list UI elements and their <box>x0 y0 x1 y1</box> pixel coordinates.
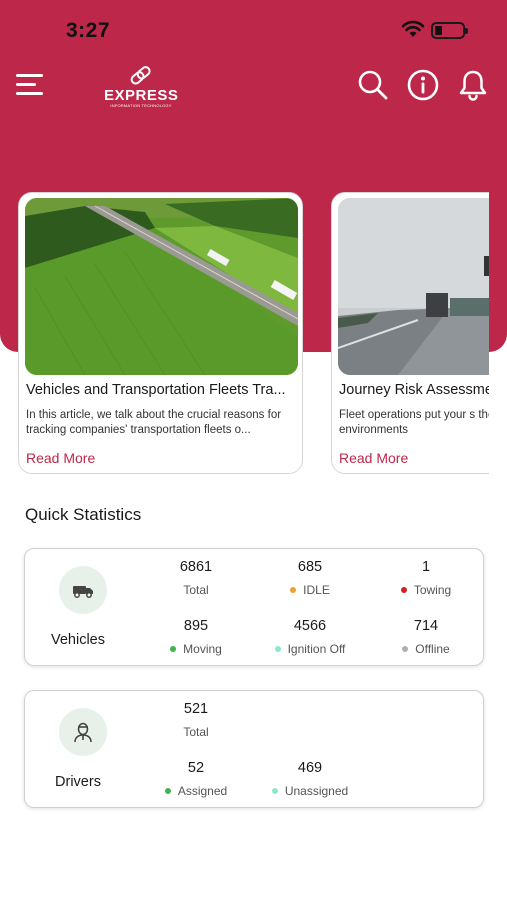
stat-caption: Moving <box>183 642 222 656</box>
vehicles-label: Vehicles <box>50 632 105 648</box>
article-card[interactable]: Journey Risk Assessme Fleet operations p… <box>331 192 489 474</box>
stat-unassigned: 469 Unassigned <box>245 760 375 798</box>
stat-value: 6861 <box>179 559 213 575</box>
logo-text: EXPRESS <box>104 87 179 104</box>
moving-status-dot <box>170 646 177 652</box>
stat-idle: 685 IDLE <box>245 559 375 597</box>
stat-caption: Unassigned <box>284 784 349 798</box>
ignition-off-status-dot <box>274 646 281 652</box>
articles-carousel[interactable]: Vehicles and Transportation Fleets Tra..… <box>18 192 489 476</box>
menu-button[interactable] <box>16 72 44 98</box>
assigned-status-dot <box>164 788 171 794</box>
stat-caption: Towing <box>413 583 452 597</box>
stat-value: 895 <box>183 618 209 634</box>
logo-mark-icon <box>130 66 151 85</box>
driver-icon-badge <box>59 708 107 756</box>
bell-icon[interactable] <box>456 68 490 102</box>
towing-status-dot <box>400 587 407 593</box>
battery-icon <box>431 22 468 39</box>
article-title: Journey Risk Assessme <box>339 382 489 398</box>
stat-towing: 1 Towing <box>361 559 491 597</box>
article-card[interactable]: Vehicles and Transportation Fleets Tra..… <box>18 192 303 474</box>
vehicles-stat-card[interactable]: Vehicles 6861 Total 685 IDLE 1 Towing 89… <box>24 548 484 666</box>
stat-drivers-total: 521 Total <box>131 701 261 739</box>
stat-caption: Total <box>183 583 209 597</box>
offline-status-dot <box>402 646 409 652</box>
stat-caption: Total <box>183 725 209 739</box>
stat-caption: Offline <box>415 642 450 656</box>
stat-value: 1 <box>421 559 431 575</box>
stat-ignition-off: 4566 Ignition Off <box>245 618 375 656</box>
article-description: In this article, we talk about the cruci… <box>26 409 282 436</box>
wifi-icon <box>401 20 425 37</box>
stat-caption: IDLE <box>303 583 330 597</box>
article-title: Vehicles and Transportation Fleets Tra..… <box>26 382 286 398</box>
stat-total: 6861 Total <box>131 559 261 597</box>
stat-value: 714 <box>413 618 439 634</box>
status-time: 3:27 <box>66 19 111 42</box>
stat-moving: 895 Moving <box>131 618 261 656</box>
stat-assigned: 52 Assigned <box>131 760 261 798</box>
read-more-link[interactable]: Read More <box>26 450 95 466</box>
stat-caption: Assigned <box>177 784 228 798</box>
stat-offline: 714 Offline <box>361 618 491 656</box>
driver-icon <box>74 722 92 743</box>
quick-statistics-title: Quick Statistics <box>25 505 142 524</box>
read-more-link[interactable]: Read More <box>339 450 408 466</box>
drivers-label: Drivers <box>55 774 101 790</box>
truck-icon <box>73 586 93 598</box>
app-bar: EXPRESS INFORMATION TECHNOLOGY <box>0 60 507 116</box>
stat-caption: Ignition Off <box>287 642 346 656</box>
article-image <box>25 198 298 375</box>
express-logo: EXPRESS INFORMATION TECHNOLOGY <box>104 62 178 112</box>
stat-value: 469 <box>297 760 323 776</box>
vehicle-icon-badge <box>59 566 107 614</box>
stat-value: 52 <box>187 760 205 776</box>
logo-subtext: INFORMATION TECHNOLOGY <box>110 103 172 108</box>
drivers-stat-card[interactable]: Drivers 521 Total 52 Assigned 469 Unassi… <box>24 690 484 808</box>
stat-value: 4566 <box>293 618 327 634</box>
search-icon[interactable] <box>356 68 390 102</box>
idle-status-dot <box>290 587 297 593</box>
unassigned-status-dot <box>271 788 278 794</box>
stat-value: 521 <box>183 701 209 717</box>
status-bar: 3:27 <box>0 0 507 60</box>
info-icon[interactable] <box>406 68 440 102</box>
stat-value: 685 <box>297 559 323 575</box>
article-image <box>338 198 489 375</box>
article-description: Fleet operations put your s the dynamic … <box>339 409 489 436</box>
